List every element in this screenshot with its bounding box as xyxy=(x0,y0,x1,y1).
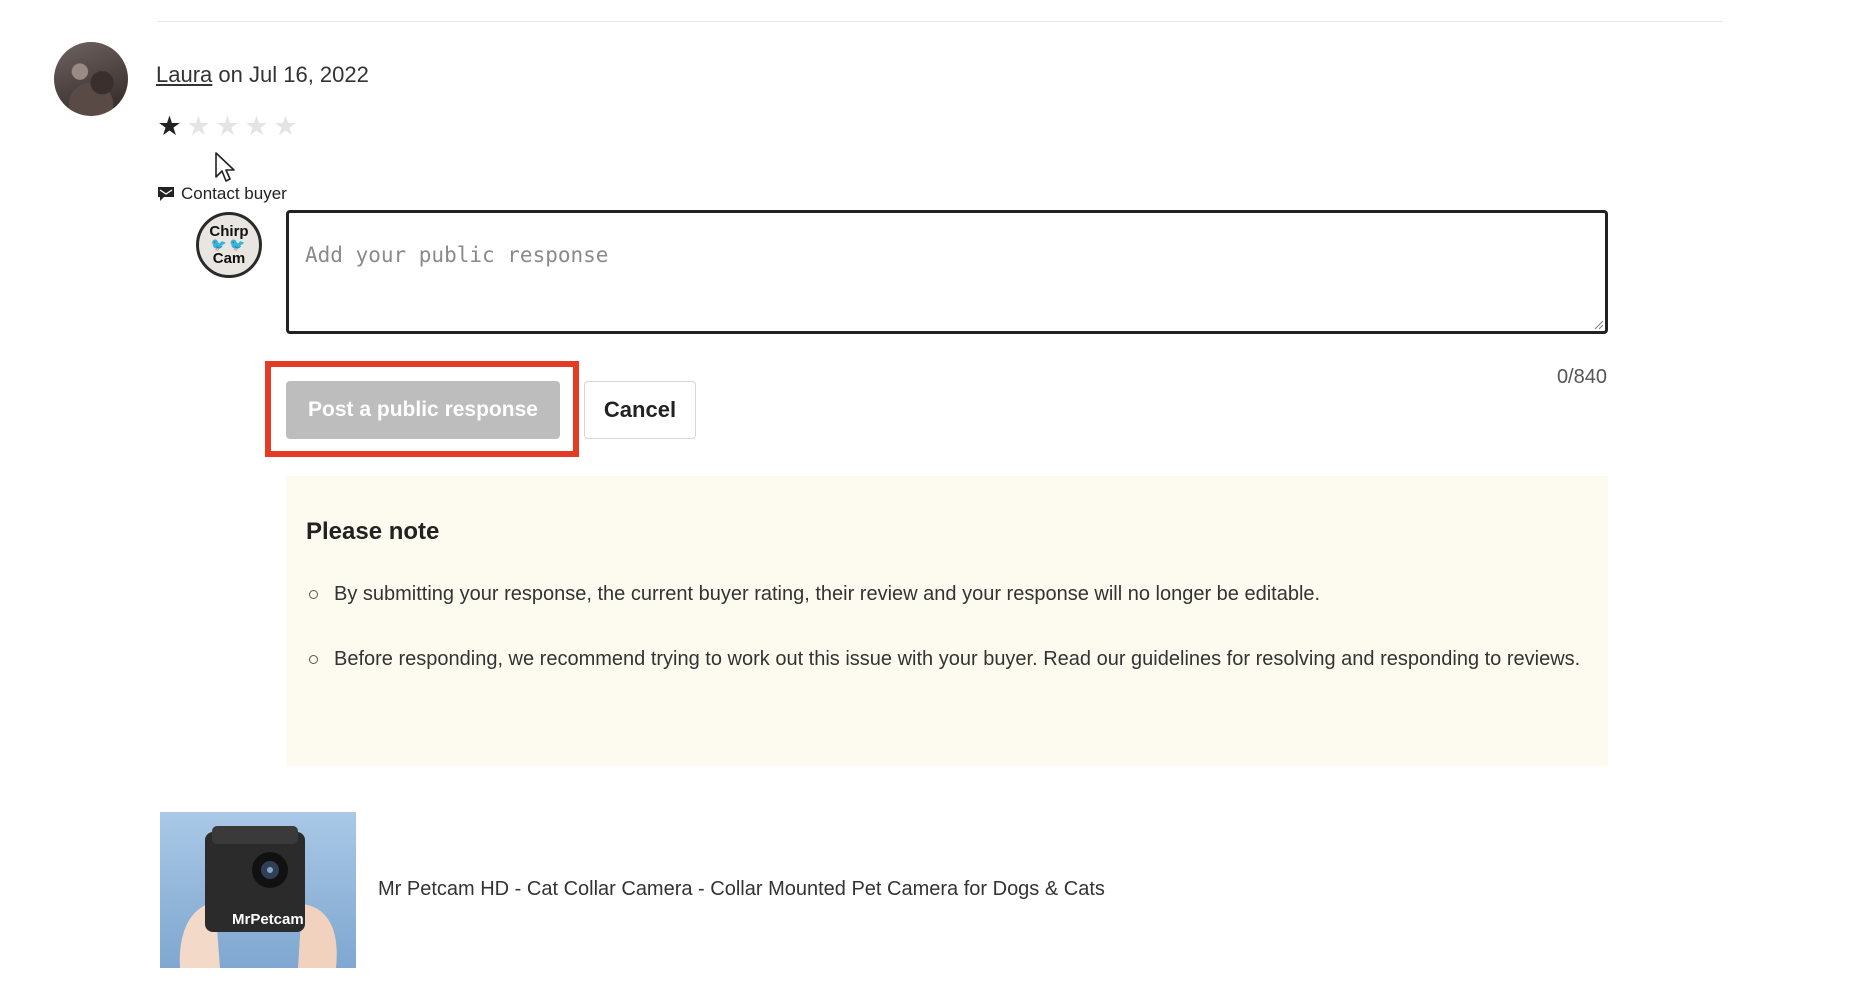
star-filled-icon: ★ xyxy=(157,111,182,141)
contact-buyer-link[interactable]: Contact buyer xyxy=(157,184,287,204)
star-rating: ★ ★ ★ ★ ★ xyxy=(156,112,299,140)
shop-avatar-line2: Cam xyxy=(212,250,246,267)
star-empty-icon: ★ xyxy=(273,111,298,141)
reviewer-avatar[interactable] xyxy=(54,42,128,116)
note-item: Before responding, we recommend trying t… xyxy=(306,641,1586,678)
contact-buyer-label: Contact buyer xyxy=(181,184,287,203)
top-divider xyxy=(157,21,1723,22)
review-meta: Laura on Jul 16, 2022 xyxy=(156,62,369,88)
thumb-brand-text: MrPetcam xyxy=(232,911,304,928)
reviewer-name-link[interactable]: Laura xyxy=(156,62,212,87)
review-date: on Jul 16, 2022 xyxy=(218,62,369,87)
star-empty-icon: ★ xyxy=(215,111,240,141)
cancel-button[interactable]: Cancel xyxy=(584,381,696,439)
star-empty-icon: ★ xyxy=(186,111,211,141)
product-thumbnail[interactable]: MrPetcam xyxy=(160,812,356,968)
product-title[interactable]: Mr Petcam HD - Cat Collar Camera - Colla… xyxy=(378,878,1105,901)
note-title: Please note xyxy=(306,518,440,545)
note-list: By submitting your response, the current… xyxy=(306,576,1586,706)
product-camera-image: MrPetcam xyxy=(179,826,337,968)
mouse-pointer-icon xyxy=(215,152,235,182)
public-response-input[interactable] xyxy=(286,210,1608,334)
resize-handle-icon[interactable] xyxy=(1592,318,1604,330)
note-item: By submitting your response, the current… xyxy=(306,576,1586,613)
star-empty-icon: ★ xyxy=(244,111,269,141)
character-count: 0/840 xyxy=(1556,366,1607,388)
please-note-panel: Please note By submitting your response,… xyxy=(286,476,1608,766)
shop-avatar: Chirp 🐦🐦 Cam xyxy=(196,212,262,278)
post-public-response-button[interactable]: Post a public response xyxy=(286,381,560,439)
message-icon xyxy=(158,187,174,201)
